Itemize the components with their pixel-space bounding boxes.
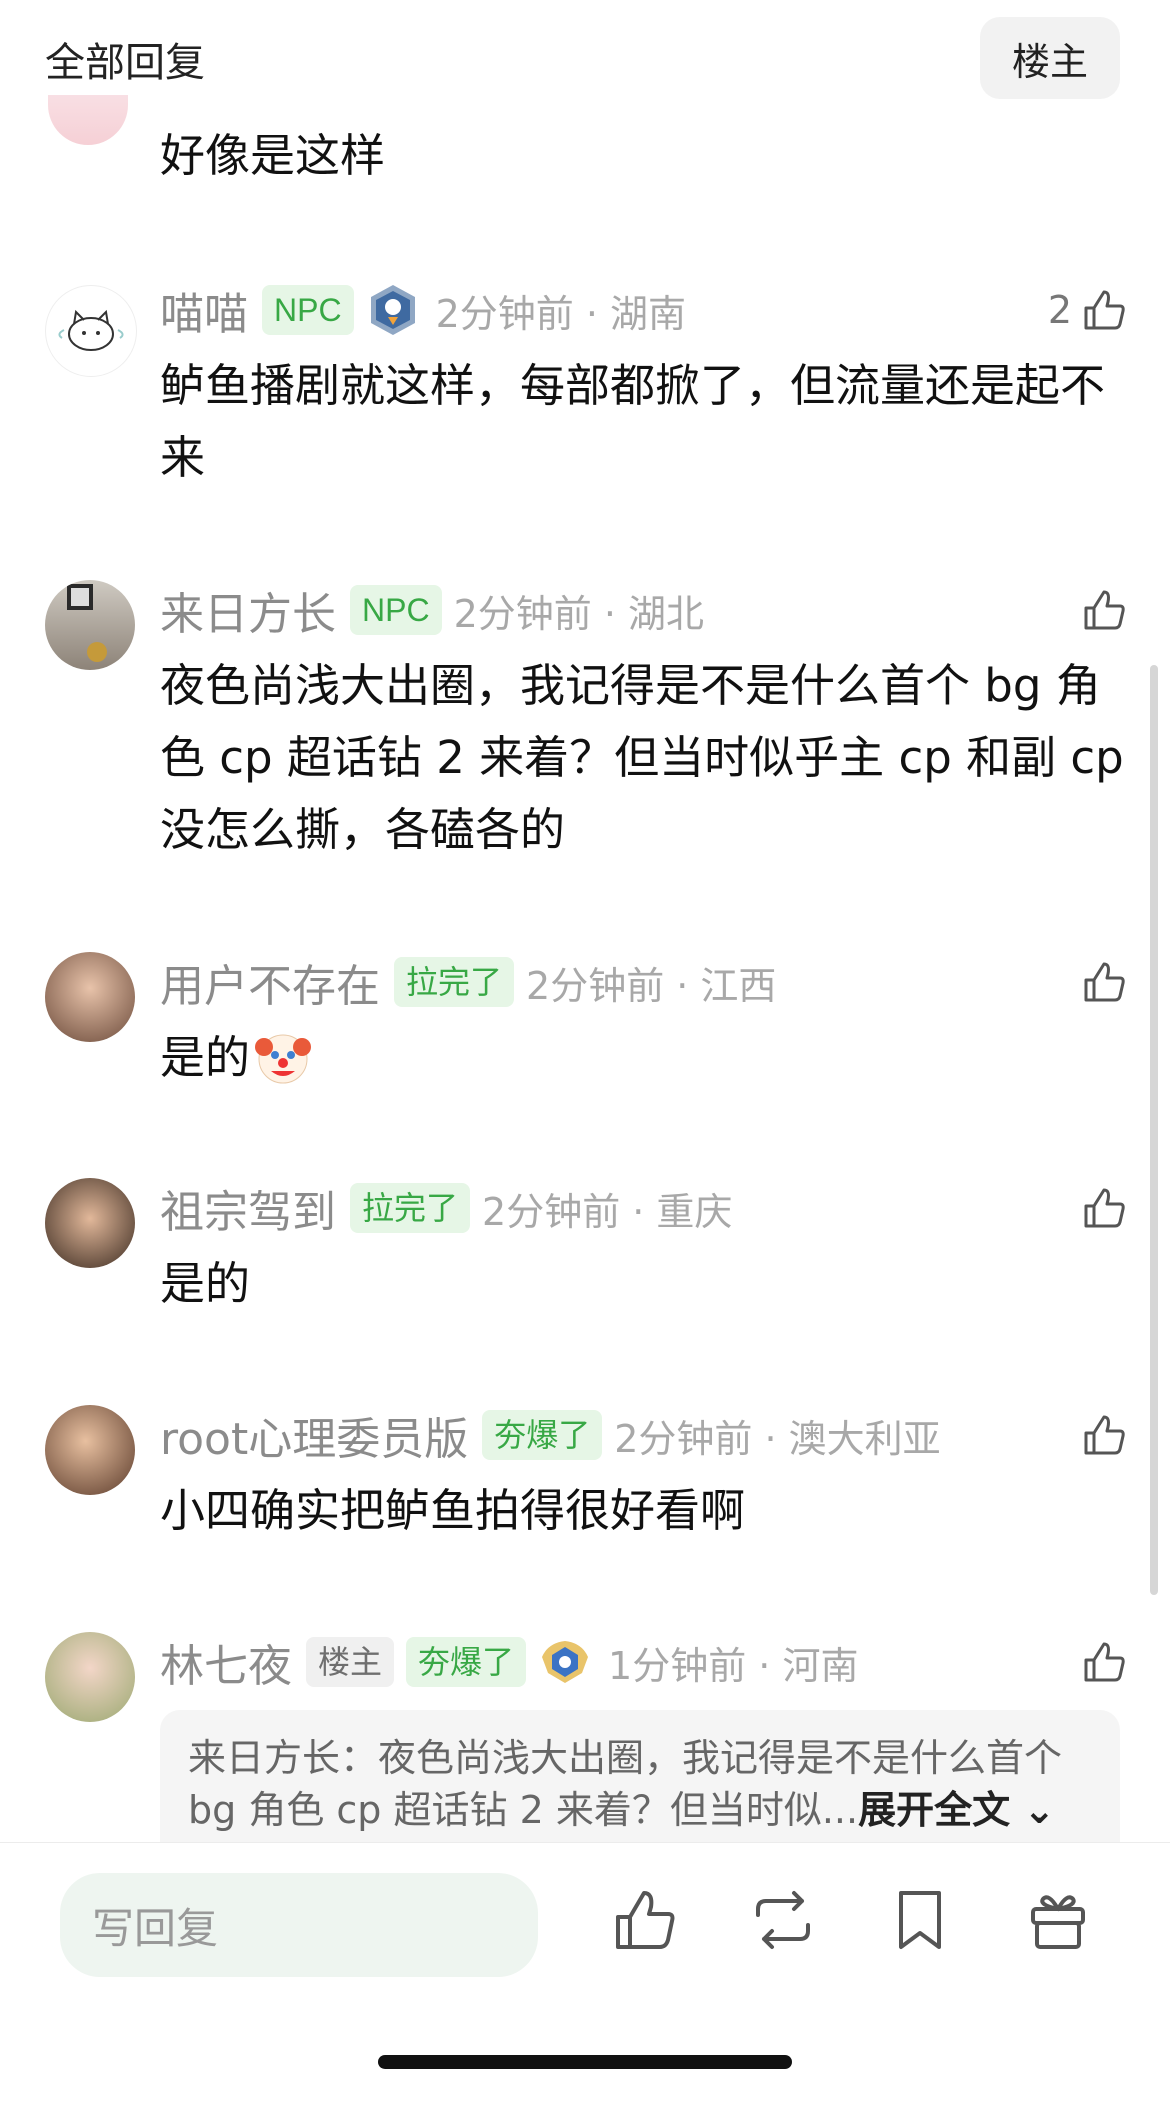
owner-only-button[interactable]: 楼主 xyxy=(980,17,1120,99)
comment-text: 鲈鱼播剧就这样，每部都掀了，但流量还是起不来 xyxy=(160,359,1106,484)
time-location: 1分钟前 · 河南 xyxy=(608,1643,859,1688)
comment-meta: 来日方长 NPC 2分钟前 · 湖北 xyxy=(160,580,704,640)
thumbs-up-icon xyxy=(1084,962,1125,1002)
home-indicator[interactable] xyxy=(378,2055,792,2069)
scrollbar[interactable] xyxy=(1150,665,1158,1595)
user-tag: 拉完了 xyxy=(350,1183,471,1233)
avatar[interactable] xyxy=(45,1632,135,1722)
comment-text: 好像是这样 xyxy=(160,129,386,182)
avatar[interactable] xyxy=(48,95,128,145)
like-button[interactable] xyxy=(1080,1178,1128,1238)
comment-meta: 林七夜 楼主 夯爆了 1分钟前 · 河南 xyxy=(160,1632,858,1692)
avatar[interactable] xyxy=(45,952,135,1042)
repost-icon[interactable] xyxy=(748,1885,818,1955)
like-button[interactable] xyxy=(1080,580,1128,640)
time-location: 2分钟前 · 江西 xyxy=(526,963,777,1008)
like-button[interactable] xyxy=(1080,1632,1128,1692)
comment-text: 是的 xyxy=(160,1031,251,1084)
comment-meta: 用户不存在 拉完了 2分钟前 · 江西 xyxy=(160,952,776,1012)
comment-text-row: 是的 xyxy=(160,1022,1125,1094)
comment-text: 夜色尚浅大出圈，我记得是不是什么首个 bg 角色 cp 超话钻 2 来着？但当时… xyxy=(160,659,1124,856)
user-tag: NPC xyxy=(262,285,354,335)
comment-meta: root心理委员版 夯爆了 2分钟前 · 澳大利亚 xyxy=(160,1405,941,1465)
user-tag: 夯爆了 xyxy=(406,1637,527,1687)
thumbs-up-icon xyxy=(1084,590,1125,630)
bookmark-icon[interactable] xyxy=(885,1885,955,1955)
avatar[interactable] xyxy=(45,1178,135,1268)
chevron-down-icon: ⌄ xyxy=(1010,1788,1056,1832)
owner-tag: 楼主 xyxy=(306,1637,395,1687)
cat-avatar-icon xyxy=(58,309,124,351)
reply-placeholder: 写回复 xyxy=(92,1903,219,1953)
time-location: 2分钟前 · 澳大利亚 xyxy=(614,1416,941,1461)
expand-full-text-link[interactable]: 展开全文 xyxy=(858,1788,1010,1832)
header: 全部回复 楼主 xyxy=(0,0,1170,112)
avatar[interactable] xyxy=(45,580,135,670)
time-location: 2分钟前 · 湖南 xyxy=(435,291,686,336)
comment-text: 是的 xyxy=(160,1257,251,1310)
comment-meta: 祖宗驾到 拉完了 2分钟前 · 重庆 xyxy=(160,1178,732,1238)
thumbs-up-icon xyxy=(1084,1642,1125,1682)
username[interactable]: 喵喵 xyxy=(160,278,248,342)
username[interactable]: 林七夜 xyxy=(160,1630,292,1694)
thumbs-up-icon xyxy=(1084,1188,1125,1228)
like-button[interactable]: 2 xyxy=(1048,280,1128,340)
clown-face-icon xyxy=(255,1034,312,1084)
like-button[interactable] xyxy=(1080,952,1128,1012)
thumbs-up-icon[interactable] xyxy=(610,1885,680,1955)
user-tag: NPC xyxy=(350,585,442,635)
like-count: 2 xyxy=(1047,288,1072,332)
photo-avatar-icon xyxy=(67,584,107,662)
gift-icon[interactable] xyxy=(1023,1885,1093,1955)
badge-medal-icon xyxy=(542,1641,589,1683)
username[interactable]: root心理委员版 xyxy=(160,1403,468,1467)
like-button[interactable] xyxy=(1080,1405,1128,1465)
thumbs-up-icon xyxy=(1084,1415,1125,1455)
username[interactable]: 用户不存在 xyxy=(160,950,380,1014)
user-tag: 拉完了 xyxy=(394,957,515,1007)
thumbs-up-icon xyxy=(1084,290,1125,330)
avatar[interactable] xyxy=(45,285,137,377)
page-title: 全部回复 xyxy=(45,40,205,86)
time-location: 2分钟前 · 重庆 xyxy=(482,1189,733,1234)
username[interactable]: 来日方长 xyxy=(160,578,336,642)
avatar[interactable] xyxy=(45,1405,135,1495)
bottom-action-bar: 写回复 xyxy=(0,1842,1170,2101)
quoted-comment[interactable]: 来日方长：夜色尚浅大出圈，我记得是不是什么首个 bg 角色 cp 超话钻 2 来… xyxy=(160,1710,1120,1842)
comment-text: 小四确实把鲈鱼拍得很好看啊 xyxy=(160,1484,746,1537)
reply-input[interactable]: 写回复 xyxy=(60,1873,538,1977)
username[interactable]: 祖宗驾到 xyxy=(160,1176,336,1240)
badge-medal-icon xyxy=(370,285,415,335)
time-location: 2分钟前 · 湖北 xyxy=(453,591,704,636)
user-tag: 夯爆了 xyxy=(482,1410,603,1460)
comment-meta: 喵喵 NPC 2分钟前 · 湖南 xyxy=(160,280,686,340)
